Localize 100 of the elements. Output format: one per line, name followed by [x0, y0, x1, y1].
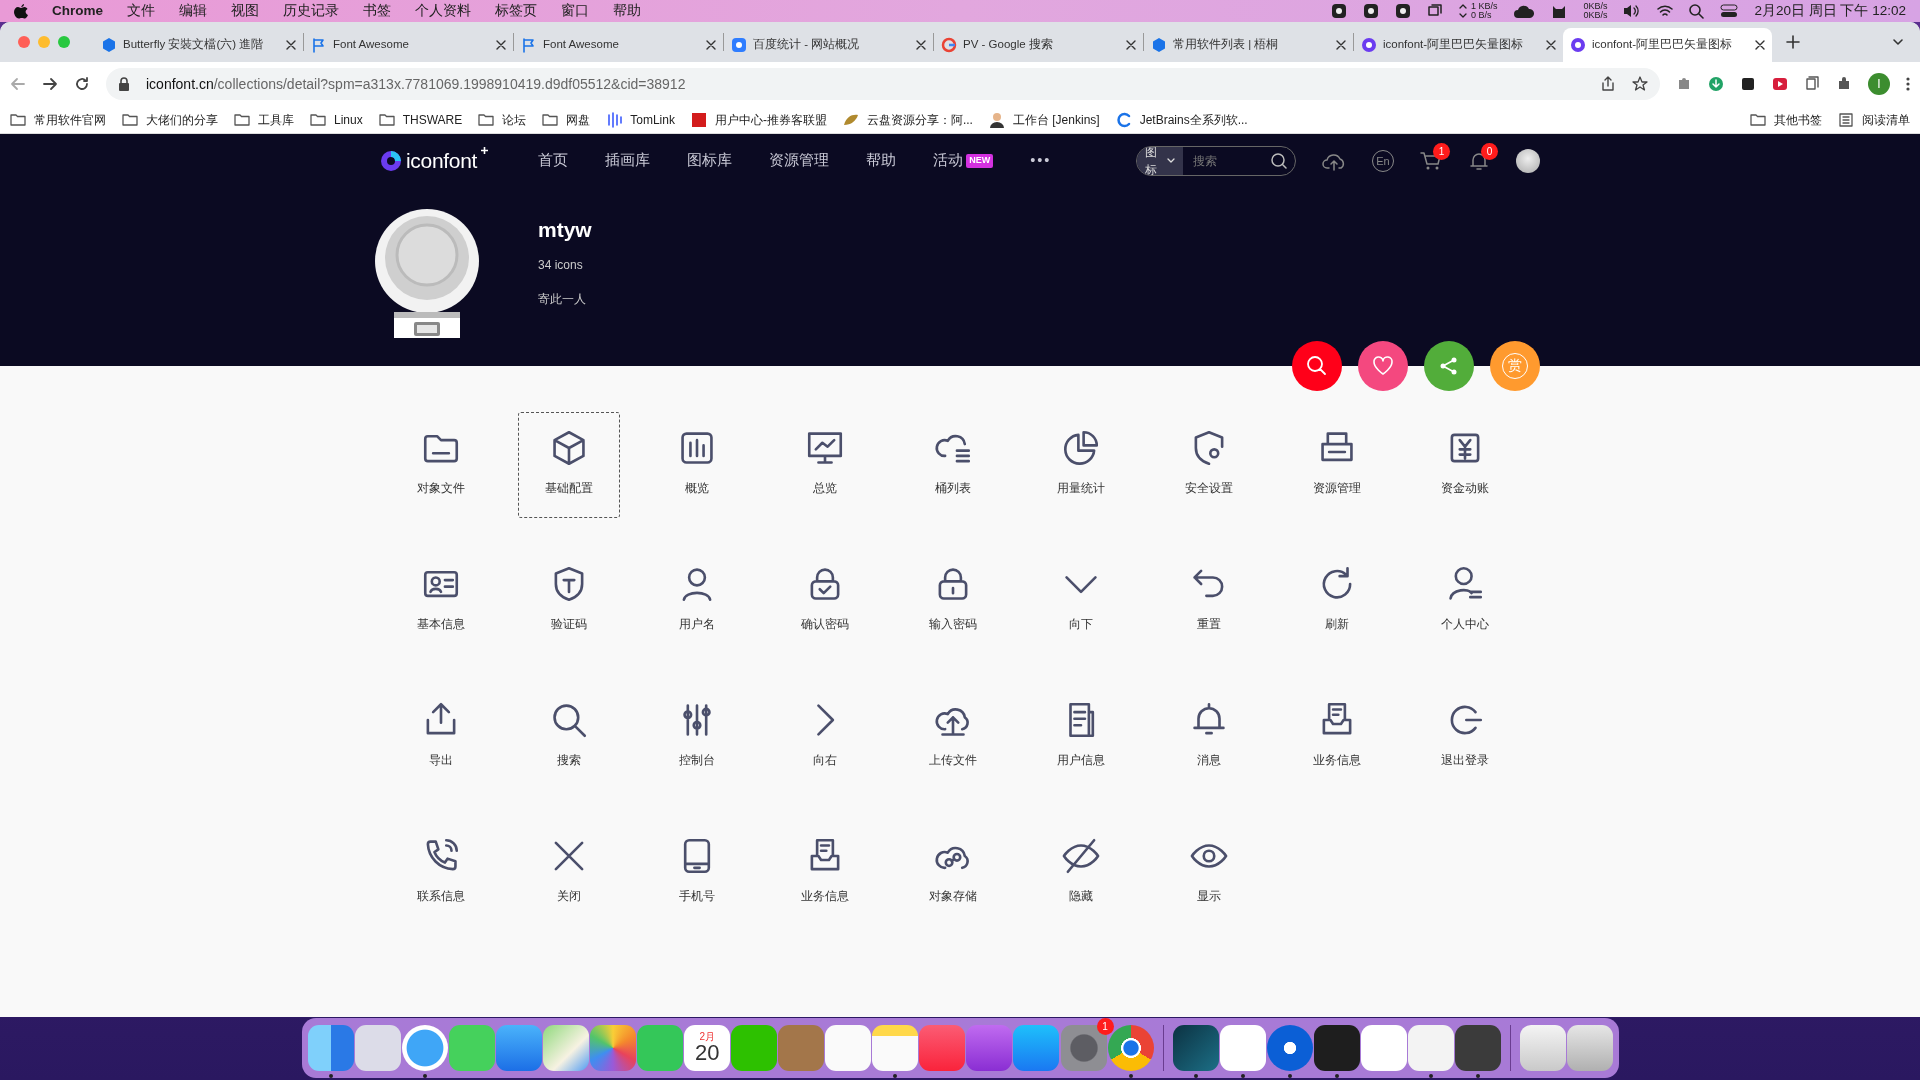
- icon-tile[interactable]: 资源管理: [1286, 412, 1388, 518]
- menu-item[interactable]: 个人资料: [415, 0, 471, 22]
- browser-tab[interactable]: iconfont-阿里巴巴矢量图标: [1354, 28, 1563, 62]
- grid-icon[interactable]: [1740, 76, 1756, 92]
- menubar-clock[interactable]: 2月20日 周日 下午 12:02: [1754, 0, 1906, 22]
- search-button[interactable]: [1292, 341, 1342, 391]
- nav-link[interactable]: 资源管理: [769, 150, 830, 172]
- forward-icon[interactable]: [42, 76, 58, 92]
- bookmark[interactable]: JetBrains全系列软...: [1139, 110, 1248, 129]
- icon-tile[interactable]: 个人中心: [1414, 548, 1516, 654]
- icon-tile[interactable]: 显示: [1158, 820, 1260, 926]
- windows-icon[interactable]: [1426, 3, 1443, 19]
- icon-tile[interactable]: 用户名: [646, 548, 748, 654]
- bookmark[interactable]: Linux: [334, 110, 363, 129]
- app-icon[interactable]: [1172, 1025, 1219, 1071]
- site-logo[interactable]: iconfont: [406, 145, 478, 177]
- menu-item[interactable]: 标签页: [495, 0, 537, 22]
- icon-tile[interactable]: 业务信息: [774, 820, 876, 926]
- icon-tile[interactable]: 概览: [646, 412, 748, 518]
- app-icon[interactable]: [872, 1025, 919, 1071]
- icon-tile[interactable]: 手机号: [646, 820, 748, 926]
- icon-tile[interactable]: 输入密码: [902, 548, 1004, 654]
- close-icon[interactable]: [916, 40, 926, 50]
- icon-tile[interactable]: 基本信息: [390, 548, 492, 654]
- close-icon[interactable]: [706, 40, 716, 50]
- browser-tab[interactable]: 常用软件列表 | 梧桐: [1144, 28, 1353, 62]
- close-icon[interactable]: [286, 40, 296, 50]
- browser-tab[interactable]: Butterfly 安裝文檔(六) 進階: [94, 28, 303, 62]
- close-icon[interactable]: [1336, 40, 1346, 50]
- search-icon[interactable]: [1689, 3, 1705, 19]
- app-icon[interactable]: [543, 1025, 590, 1071]
- icon-tile[interactable]: 关闭: [518, 820, 620, 926]
- menu-item[interactable]: 窗口: [561, 0, 589, 22]
- icon-tile[interactable]: 桶列表: [902, 412, 1004, 518]
- menu-item[interactable]: 视图: [231, 0, 259, 22]
- bookmark[interactable]: 工作台 [Jenkins]: [1012, 110, 1100, 129]
- profile-avatar[interactable]: I: [1868, 73, 1890, 95]
- app-icon[interactable]: [402, 1025, 449, 1071]
- icon-tile[interactable]: 确认密码: [774, 548, 876, 654]
- bookmark[interactable]: 云盘资源分享：阿...: [866, 110, 973, 129]
- app-icon[interactable]: [1360, 1025, 1407, 1071]
- extension-icon[interactable]: [1836, 76, 1852, 92]
- cat-icon[interactable]: [1551, 3, 1568, 19]
- wifi-icon[interactable]: [1657, 3, 1674, 19]
- toggle-icon[interactable]: [1720, 4, 1739, 18]
- bookmark[interactable]: 其他书签: [1774, 110, 1822, 129]
- icon-tile[interactable]: 控制台: [646, 684, 748, 790]
- app-icon[interactable]: [825, 1025, 872, 1071]
- bookmark[interactable]: 论坛: [502, 110, 527, 129]
- nav-link[interactable]: 帮助: [866, 150, 897, 172]
- icon-tile[interactable]: 向下: [1030, 548, 1132, 654]
- icon-tile[interactable]: 消息: [1158, 684, 1260, 790]
- close-icon[interactable]: [1126, 40, 1136, 50]
- share-icon[interactable]: [1600, 76, 1616, 92]
- menu-item[interactable]: 文件: [127, 0, 155, 22]
- new-tab-icon[interactable]: [1786, 35, 1800, 49]
- tabs-icon[interactable]: [1804, 76, 1820, 92]
- app-icon[interactable]: [1519, 1025, 1566, 1071]
- more-menu[interactable]: •••: [1030, 150, 1052, 172]
- app-icon[interactable]: [1313, 1025, 1360, 1071]
- close-icon[interactable]: [1755, 40, 1765, 50]
- close-icon[interactable]: [496, 40, 506, 50]
- icon-tile[interactable]: 向右: [774, 684, 876, 790]
- icon-tile[interactable]: 用量统计: [1030, 412, 1132, 518]
- app-icon[interactable]: [1407, 1025, 1454, 1071]
- icon-tile[interactable]: 对象存储: [902, 820, 1004, 926]
- app-icon[interactable]: [590, 1025, 637, 1071]
- icon-tile[interactable]: 基础配置: [518, 412, 620, 518]
- bookmark[interactable]: 用户中心-推券客联盟: [714, 110, 827, 129]
- icon-tile[interactable]: 联系信息: [390, 820, 492, 926]
- icon-tile[interactable]: 重置: [1158, 548, 1260, 654]
- puzzle-icon[interactable]: [1676, 76, 1692, 92]
- browser-tab[interactable]: Font Awesome: [514, 28, 723, 62]
- bookmark[interactable]: 常用软件官网: [34, 110, 106, 129]
- favorite-button[interactable]: [1358, 341, 1408, 391]
- icon-tile[interactable]: 总览: [774, 412, 876, 518]
- menu-extra-icon[interactable]: [1330, 3, 1347, 19]
- icon-tile[interactable]: 业务信息: [1286, 684, 1388, 790]
- menu-item[interactable]: 历史记录: [283, 0, 339, 22]
- play-icon[interactable]: [1772, 76, 1788, 92]
- star-icon[interactable]: [1632, 76, 1648, 92]
- search-icon[interactable]: [1271, 153, 1287, 169]
- bookmark[interactable]: 大佬们的分享: [146, 110, 218, 129]
- browser-tab[interactable]: iconfont-阿里巴巴矢量图标: [1563, 28, 1772, 62]
- bookmark[interactable]: 工具库: [258, 110, 294, 129]
- download-icon[interactable]: [1708, 76, 1724, 92]
- cloud-icon[interactable]: [1513, 3, 1536, 19]
- app-icon[interactable]: 2月 20: [684, 1025, 731, 1071]
- icon-tile[interactable]: 刷新: [1286, 548, 1388, 654]
- bookmark[interactable]: TomLink: [630, 110, 675, 129]
- menu-extra-icon[interactable]: [1362, 3, 1379, 19]
- more-icon[interactable]: [1906, 76, 1910, 92]
- bookmark[interactable]: 网盘: [566, 110, 591, 129]
- speaker-icon[interactable]: [1623, 3, 1642, 19]
- user-avatar[interactable]: [1516, 149, 1540, 173]
- share-button[interactable]: [1424, 341, 1474, 391]
- menu-item[interactable]: 书签: [363, 0, 391, 22]
- browser-tab[interactable]: 百度统计 - 网站概况: [724, 28, 933, 62]
- close-icon[interactable]: [1546, 40, 1556, 50]
- nav-link[interactable]: 首页: [538, 150, 569, 172]
